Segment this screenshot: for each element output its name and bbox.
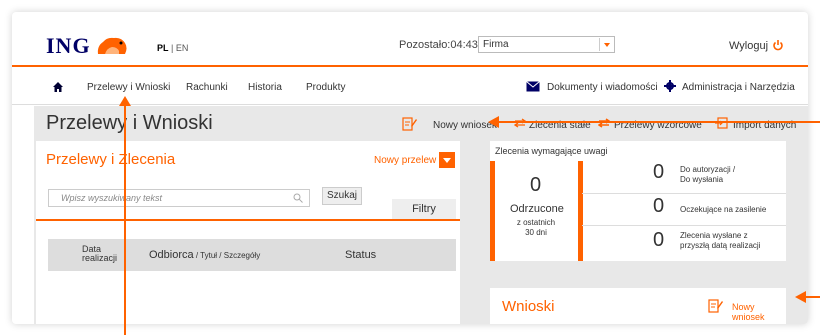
main-nav: Przelewy i Wnioski Rachunki Historia Pro… (12, 69, 808, 105)
calendar-arrows-icon (514, 118, 526, 128)
logo-text: ING (46, 33, 91, 58)
requests-panel-title: Wnioski (502, 298, 555, 315)
annotation-arrow-head (119, 96, 131, 106)
firm-select-value: Firma (483, 39, 509, 50)
future-dated-label-line2: przyszłą datą realizacji (680, 241, 761, 250)
transfers-panel: Przelewy i Zlecenia Nowy przelew Wpisz w… (36, 141, 460, 324)
edit-document-icon (708, 299, 723, 313)
filters-button[interactable]: Filtry (392, 199, 456, 219)
column-recipient-sub: / Tytuł / Szczegóły (193, 251, 261, 260)
rejected-label: Odrzucone (510, 203, 564, 215)
accent-bar (578, 161, 583, 261)
awaiting-funding-count[interactable]: 0 (653, 195, 664, 218)
nav-item-transfers[interactable]: Przelewy i Wnioski (87, 82, 170, 93)
annotation-arrow-line (124, 102, 126, 335)
nav-item-history[interactable]: Historia (248, 82, 282, 93)
annotation-arrow-head (795, 291, 806, 303)
table-header: Data realizacji Odbiorca / Tytuł / Szcze… (48, 239, 456, 271)
nav-documents[interactable]: Dokumenty i wiadomości (547, 82, 658, 93)
power-icon[interactable] (772, 39, 784, 54)
new-transfer-dropdown-button[interactable] (439, 152, 455, 168)
transfer-arrows-icon (598, 118, 610, 128)
to-authorize-label: Do autoryzacji / Do wysłania (680, 165, 735, 185)
edit-document-icon (402, 117, 417, 131)
nav-item-accounts[interactable]: Rachunki (186, 82, 228, 93)
lang-en[interactable]: EN (176, 43, 189, 53)
rejected-count[interactable]: 0 (530, 174, 541, 197)
rejected-period: z ostatnich 30 dni (495, 218, 577, 238)
to-authorize-label-line1: Do autoryzacji / (680, 165, 736, 174)
annotation-arrow-line (498, 121, 820, 123)
requests-new-link[interactable]: Nowy wniosek (732, 302, 786, 322)
requests-panel: Wnioski Nowy wniosek (490, 288, 786, 324)
logout-link[interactable]: Wyloguj (729, 40, 768, 52)
search-icon[interactable] (293, 193, 303, 203)
column-recipient[interactable]: Odbiorca / Tytuł / Szczegóły (149, 249, 260, 261)
attention-panel: Zlecenia wymagające uwagi 0 Odrzucone z … (490, 141, 786, 261)
search-placeholder: Wpisz wyszukiwany tekst (61, 193, 163, 203)
rejected-period-line1: z ostatnich (516, 218, 556, 227)
future-dated-count[interactable]: 0 (653, 229, 664, 252)
column-date[interactable]: Data realizacji (82, 245, 122, 263)
language-switch: PL | EN (157, 43, 188, 53)
filters-divider (36, 219, 460, 221)
future-dated-label-line1: Zlecenia wysłane z (680, 231, 748, 240)
ing-logo[interactable]: ING (46, 33, 129, 58)
lang-separator: | (168, 43, 176, 53)
chevron-down-icon[interactable] (599, 38, 613, 51)
new-transfer-link[interactable]: Nowy przelew (374, 155, 436, 166)
import-icon (715, 117, 728, 129)
firm-select[interactable]: Firma (478, 36, 615, 53)
gear-icon (664, 80, 676, 92)
annotation-arrow-head (488, 116, 499, 128)
to-authorize-count[interactable]: 0 (653, 161, 664, 184)
row-divider (582, 193, 786, 194)
session-timer: Pozostało:04:43 (399, 39, 478, 51)
nav-item-products[interactable]: Produkty (306, 82, 345, 93)
home-icon[interactable] (52, 81, 64, 93)
row-divider (582, 225, 786, 226)
accent-bar (490, 161, 495, 261)
main-content: Przelewy i Wnioski Nowy wniosek Zlecenia… (34, 106, 808, 324)
annotation-arrow-line (806, 296, 820, 298)
to-authorize-label-line2: Do wysłania (680, 175, 724, 184)
attention-panel-title: Zlecenia wymagające uwagi (495, 146, 608, 156)
column-recipient-label: Odbiorca (149, 249, 194, 261)
header: ING PL | EN Pozostało:04:43 Firma Wylogu… (12, 12, 808, 67)
lang-pl[interactable]: PL (157, 43, 169, 53)
search-input[interactable]: Wpisz wyszukiwany tekst (48, 189, 310, 207)
awaiting-funding-label: Oczekujące na zasilenie (680, 205, 767, 214)
search-button[interactable]: Szukaj (322, 187, 362, 205)
column-status[interactable]: Status (345, 249, 376, 261)
transfers-panel-title: Przelewy i Zlecenia (46, 151, 176, 168)
future-dated-label: Zlecenia wysłane z przyszłą datą realiza… (680, 231, 760, 251)
lion-logo-icon (97, 37, 127, 54)
envelope-icon (526, 81, 540, 92)
nav-admin[interactable]: Administracja i Narzędzia (682, 82, 795, 93)
app-window: ING PL | EN Pozostało:04:43 Firma Wylogu… (12, 12, 808, 324)
page-title: Przelewy i Wnioski (46, 112, 213, 134)
rejected-period-line2: 30 dni (525, 228, 547, 237)
